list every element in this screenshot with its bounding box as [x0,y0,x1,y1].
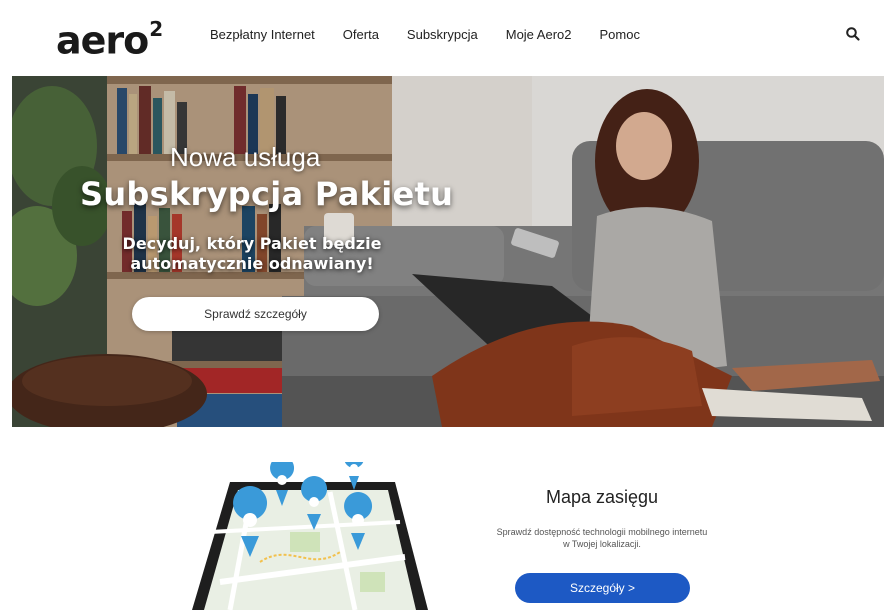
hero-banner[interactable]: Nowa usługa Subskrypcja Pakietu Decyduj,… [12,76,884,427]
logo-superscript: 2 [149,17,163,41]
nav-item-moje-aero2[interactable]: Moje Aero2 [506,27,572,42]
site-header: aero2 Bezpłatny Internet Oferta Subskryp… [0,0,884,72]
hero-title: Subskrypcja Pakietu [80,175,454,213]
coverage-details-button[interactable]: Szczegóły > [515,573,690,603]
main-nav: Bezpłatny Internet Oferta Subskrypcja Mo… [210,27,668,42]
nav-item-bezplatny-internet[interactable]: Bezpłatny Internet [210,27,315,42]
nav-item-oferta[interactable]: Oferta [343,27,379,42]
hero-text-overlay: Nowa usługa Subskrypcja Pakietu Decyduj,… [12,76,884,427]
hero-details-button[interactable]: Sprawdź szczegóły [132,297,379,331]
aero2-logo[interactable]: aero2 [56,10,163,64]
coverage-title: Mapa zasięgu [545,487,659,507]
hero-subtitle: Decyduj, który Pakiet będzie automatyczn… [122,234,382,273]
coverage-map-illustration [192,462,428,610]
coverage-description: Sprawdź dostępność technologii mobilnego… [496,527,708,549]
logo-text: aero [56,18,149,63]
search-icon[interactable] [845,26,861,42]
hero-pretitle: Nowa usługa [170,142,321,172]
nav-item-subskrypcja[interactable]: Subskrypcja [407,27,478,42]
nav-item-pomoc[interactable]: Pomoc [600,27,640,42]
